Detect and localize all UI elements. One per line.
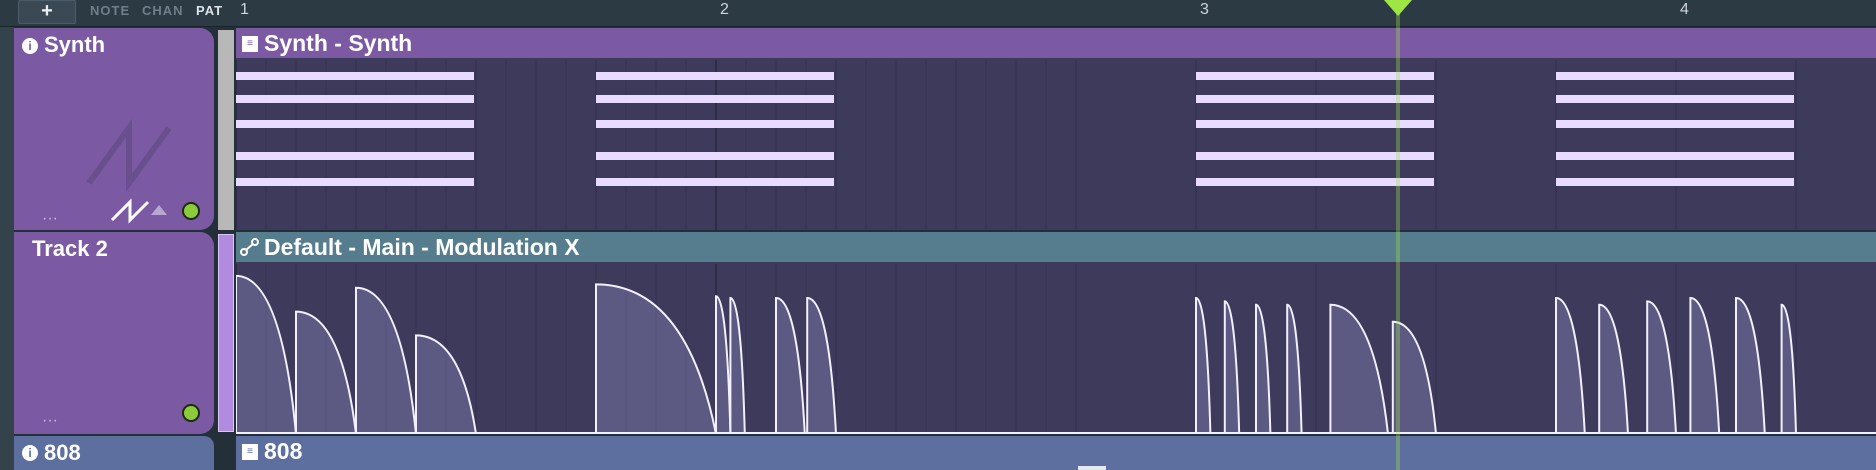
automation-curve: [1689, 296, 1721, 434]
note: [1556, 72, 1794, 80]
triangle-up-icon[interactable]: [150, 202, 168, 216]
automation-curve: [1780, 303, 1798, 434]
note: [596, 152, 834, 160]
automation-curve: [1598, 303, 1630, 434]
piano-roll-icon: ≡: [242, 36, 258, 52]
ruler-bar-1: 1: [240, 1, 249, 18]
note: [236, 95, 474, 103]
synth-wave-icon: [86, 118, 172, 193]
clip-header-synth[interactable]: ≡ Synth - Synth: [236, 28, 1876, 58]
automation-curve: [236, 274, 298, 434]
note: [236, 152, 474, 160]
automation-curve: [1329, 303, 1390, 434]
note: [236, 178, 474, 186]
automation-curve: [1555, 296, 1586, 434]
more-icon[interactable]: ···: [42, 210, 58, 228]
info-icon[interactable]: i: [22, 445, 38, 461]
mute-led[interactable]: [182, 404, 200, 422]
synth-grid: [236, 60, 1797, 230]
automation-curve: [1646, 300, 1678, 434]
automation-grid: [236, 264, 1876, 434]
automation-icon: [240, 238, 259, 256]
mute-led[interactable]: [182, 202, 200, 220]
mode-note-button[interactable]: NOTE: [90, 3, 130, 19]
mode-chan-button[interactable]: CHAN: [142, 3, 184, 19]
track-name[interactable]: Track 2: [32, 236, 108, 262]
note: [1556, 152, 1794, 160]
track-name[interactable]: 808: [44, 440, 81, 466]
clip-drag-bar-track2[interactable]: [218, 234, 234, 432]
playhead-line[interactable]: [1395, 0, 1400, 470]
ruler-bar-3: 3: [1200, 1, 1209, 18]
clip-drag-bar-synth[interactable]: [218, 30, 234, 230]
automation-curve: [1195, 296, 1212, 434]
automation-curve: [806, 296, 838, 434]
playhead-marker[interactable]: [1382, 0, 1414, 18]
automation-curve: [1255, 303, 1272, 434]
scroll-handle[interactable]: [1078, 466, 1106, 470]
ruler-bar-2: 2: [720, 1, 729, 18]
left-scrollbar[interactable]: [0, 26, 14, 470]
piano-roll-icon: ≡: [242, 444, 258, 460]
bass-clip[interactable]: ≡ 808: [236, 436, 1876, 470]
note: [1556, 95, 1794, 103]
add-track-button[interactable]: +: [18, 0, 76, 24]
clip-header-automation[interactable]: Default - Main - Modulation X: [236, 232, 1876, 262]
automation-curve: [715, 295, 732, 434]
automation-curve: [595, 283, 718, 434]
automation-curve: [729, 296, 746, 434]
synth-clip[interactable]: ≡ Synth - Synth: [236, 28, 1876, 230]
clip-label: 808: [264, 438, 303, 464]
track-header-808[interactable]: i 808: [14, 436, 214, 470]
note: [1556, 120, 1794, 128]
ruler-bar-4: 4: [1680, 1, 1689, 18]
note: [236, 120, 474, 128]
track-header-track2[interactable]: Track 2 ···: [14, 232, 214, 434]
automation-curve: [1223, 300, 1241, 434]
mode-pat-button[interactable]: PAT: [196, 3, 223, 19]
automation-curve: [415, 334, 478, 434]
note: [596, 178, 834, 186]
more-icon[interactable]: ···: [42, 412, 58, 430]
automation-curve: [1286, 303, 1303, 434]
automation-curve: [1735, 296, 1766, 434]
automation-clip[interactable]: Default - Main - Modulation X: [236, 232, 1876, 434]
note: [1556, 178, 1794, 186]
track-header-synth[interactable]: i Synth ···: [14, 28, 214, 230]
automation-curve: [295, 310, 358, 434]
timeline-ruler[interactable]: 1 2 3 4: [236, 0, 1876, 26]
note: [236, 72, 474, 80]
clip-label: Default - Main - Modulation X: [264, 234, 580, 260]
clip-label: Synth - Synth: [264, 30, 413, 56]
top-toolbar: + NOTE CHAN PAT 1 2 3 4: [0, 0, 1876, 27]
note: [596, 72, 834, 80]
automation-curve: [775, 296, 806, 434]
automation-curve: [355, 286, 418, 434]
track-name[interactable]: Synth: [44, 32, 105, 58]
note: [596, 95, 834, 103]
info-icon[interactable]: i: [22, 38, 38, 54]
note: [596, 120, 834, 128]
clip-header-808[interactable]: ≡ 808: [236, 436, 1876, 466]
